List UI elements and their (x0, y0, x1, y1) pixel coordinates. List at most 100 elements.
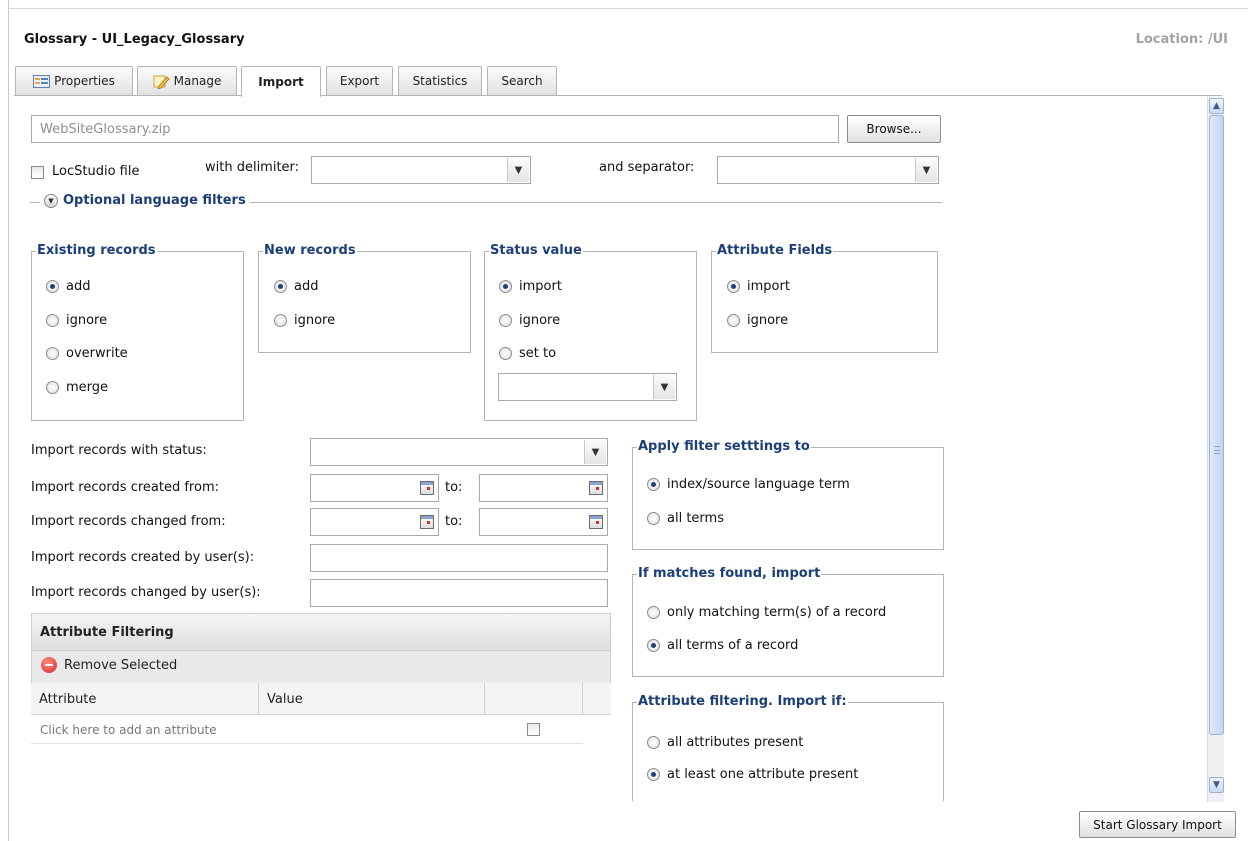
column-value[interactable]: Value (259, 683, 485, 715)
option-label: ignore (519, 313, 561, 328)
grip-icon (1214, 446, 1220, 454)
apply-index-option[interactable]: index/source language term (647, 477, 850, 492)
remove-icon (41, 657, 57, 673)
status-filter-select[interactable]: ▼ (310, 438, 608, 466)
one-attribute-option[interactable]: at least one attribute present (647, 767, 858, 782)
all-attributes-option[interactable]: all attributes present (647, 735, 803, 750)
attribute-filtering-import-legend: Attribute filtering. Import if: (637, 694, 848, 709)
option-label: ignore (66, 313, 108, 328)
status-filter-label: Import records with status: (31, 443, 207, 458)
scroll-thumb[interactable] (1209, 115, 1224, 735)
radio-button[interactable] (46, 347, 59, 360)
attribute-import-option[interactable]: import (727, 279, 790, 294)
status-set-to-select[interactable]: ▼ (498, 373, 677, 401)
remove-selected-button[interactable]: Remove Selected (41, 657, 177, 673)
status-set-to-option[interactable]: set to (499, 346, 556, 361)
separator-select[interactable]: ▼ (717, 156, 939, 184)
option-label: all terms of a record (667, 638, 799, 653)
calendar-icon[interactable] (589, 481, 603, 495)
option-label: all terms (667, 511, 724, 526)
new-records-group: New records add ignore (258, 243, 471, 353)
changed-from-date[interactable] (310, 508, 439, 536)
changed-to-date[interactable] (479, 508, 608, 536)
tab-manage[interactable]: Manage (137, 66, 237, 95)
new-add-option[interactable]: add (274, 279, 318, 294)
radio-button[interactable] (46, 280, 59, 293)
matches-found-legend: If matches found, import (637, 566, 822, 581)
radio-button[interactable] (647, 478, 660, 491)
delimiter-select[interactable]: ▼ (311, 156, 531, 184)
calendar-icon[interactable] (589, 515, 603, 529)
window-left-border (8, 0, 9, 841)
column-attribute[interactable]: Attribute (31, 683, 259, 715)
tab-search[interactable]: Search (487, 66, 557, 95)
calendar-icon[interactable] (420, 515, 434, 529)
tab-manage-label: Manage (173, 74, 222, 88)
created-by-input[interactable] (310, 544, 608, 572)
matches-all-option[interactable]: all terms of a record (647, 638, 798, 653)
status-value-group: Status value import ignore set to ▼ (484, 243, 697, 421)
created-from-date[interactable] (310, 474, 439, 502)
radio-button[interactable] (46, 314, 59, 327)
scroll-down-button[interactable]: ▼ (1209, 777, 1224, 793)
option-label: ignore (294, 313, 336, 328)
tab-statistics[interactable]: Statistics (398, 66, 482, 95)
radio-button[interactable] (727, 314, 740, 327)
radio-button[interactable] (647, 639, 660, 652)
existing-records-legend: Existing records (36, 243, 157, 258)
vertical-scrollbar[interactable]: ▲ ▼ (1207, 97, 1224, 802)
calendar-icon[interactable] (420, 481, 434, 495)
file-path-input[interactable] (31, 115, 839, 143)
add-attribute-hint[interactable]: Click here to add an attribute (40, 723, 217, 737)
new-ignore-option[interactable]: ignore (274, 313, 335, 328)
tab-export[interactable]: Export (326, 66, 393, 95)
option-label: ignore (747, 313, 789, 328)
scroll-up-button[interactable]: ▲ (1209, 98, 1224, 114)
option-label: overwrite (66, 346, 128, 361)
radio-button[interactable] (647, 768, 660, 781)
existing-merge-option[interactable]: merge (46, 380, 108, 395)
tab-import[interactable]: Import (241, 66, 321, 97)
option-label: at least one attribute present (667, 767, 859, 782)
option-label: only matching term(s) of a record (667, 605, 887, 620)
radio-button[interactable] (499, 347, 512, 360)
tab-statistics-label: Statistics (412, 74, 468, 88)
row-checkbox[interactable] (527, 723, 540, 736)
existing-add-option[interactable]: add (46, 279, 90, 294)
existing-overwrite-option[interactable]: overwrite (46, 346, 128, 361)
radio-button[interactable] (647, 606, 660, 619)
radio-button[interactable] (499, 314, 512, 327)
changed-by-input[interactable] (310, 579, 608, 607)
option-label: index/source language term (667, 477, 850, 492)
existing-ignore-option[interactable]: ignore (46, 313, 107, 328)
tab-properties[interactable]: Properties (15, 66, 133, 95)
tab-import-label: Import (258, 75, 304, 89)
status-import-option[interactable]: import (499, 279, 562, 294)
attribute-ignore-option[interactable]: ignore (727, 313, 788, 328)
matches-found-group: If matches found, import only matching t… (632, 566, 944, 677)
optional-filters-toggle[interactable]: ▼ Optional language filters (40, 193, 250, 208)
radio-button[interactable] (647, 512, 660, 525)
delimiter-label: with delimiter: (205, 160, 300, 175)
created-to-date[interactable] (479, 474, 608, 502)
attribute-filtering-grid: Attribute Filtering Remove Selected Attr… (31, 613, 611, 745)
table-row[interactable]: Click here to add an attribute (31, 716, 583, 744)
start-glossary-import-button[interactable]: Start Glossary Import (1079, 811, 1236, 838)
option-label: import (747, 279, 790, 294)
matches-only-option[interactable]: only matching term(s) of a record (647, 605, 886, 620)
radio-button[interactable] (647, 736, 660, 749)
radio-button[interactable] (46, 381, 59, 394)
chevron-down-icon: ▼ (653, 375, 675, 399)
status-ignore-option[interactable]: ignore (499, 313, 560, 328)
locstudio-label: LocStudio file (52, 164, 140, 179)
locstudio-checkbox[interactable] (31, 166, 44, 179)
browse-button[interactable]: Browse... (847, 115, 941, 143)
apply-filter-legend: Apply filter setttings to (637, 439, 811, 454)
radio-button[interactable] (274, 280, 287, 293)
radio-button[interactable] (274, 314, 287, 327)
attribute-fields-group: Attribute Fields import ignore (711, 243, 938, 353)
radio-button[interactable] (499, 280, 512, 293)
apply-all-terms-option[interactable]: all terms (647, 511, 724, 526)
option-label: merge (66, 380, 109, 395)
radio-button[interactable] (727, 280, 740, 293)
